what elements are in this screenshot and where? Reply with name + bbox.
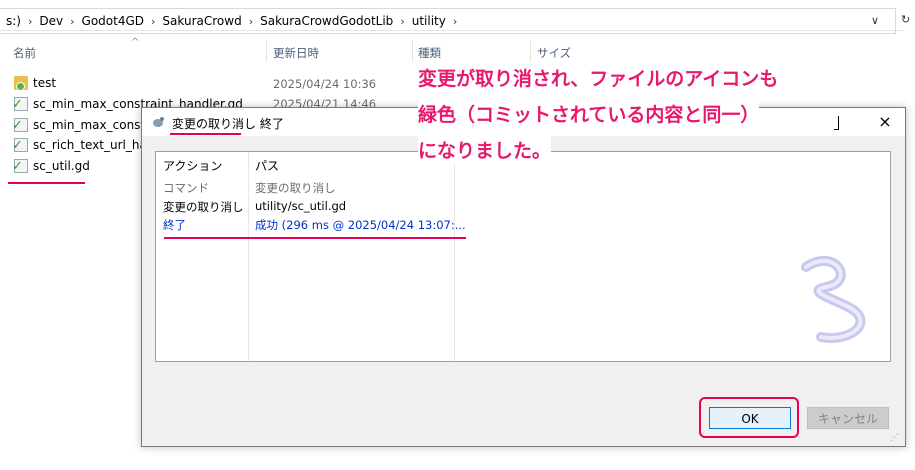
gd-file-green-check-icon [12, 159, 28, 174]
annotation-line: 緑色（コミットされている内容と同一） [418, 100, 760, 127]
highlight-underline [8, 182, 85, 184]
column-divider[interactable] [412, 40, 413, 62]
close-icon[interactable]: × [871, 111, 899, 133]
column-header-type[interactable]: 種類 [418, 45, 441, 61]
list-header-path[interactable]: パス [255, 157, 279, 174]
breadcrumb-sakuracrowd[interactable]: SakuraCrowd [158, 14, 245, 28]
gd-file-green-check-icon [12, 97, 28, 112]
file-row-test[interactable]: test [8, 73, 56, 93]
column-header-size[interactable]: サイズ [537, 45, 571, 61]
breadcrumb-separator-icon[interactable]: › [246, 15, 256, 28]
ok-button[interactable]: OK [709, 407, 791, 429]
file-row-sc-util[interactable]: sc_util.gd [8, 156, 90, 176]
column-divider[interactable] [266, 40, 267, 62]
list-row-path[interactable]: 成功 (296 ms @ 2025/04/24 13:07:... [255, 217, 466, 233]
refresh-icon[interactable]: ↻ [897, 8, 915, 32]
file-name: sc_util.gd [33, 159, 90, 173]
breadcrumb: s:) › Dev › Godot4GD › SakuraCrowd › Sak… [2, 14, 460, 28]
annotation-line: になりました。 [418, 136, 552, 163]
file-row[interactable]: sc_min_max_constrai [8, 115, 161, 135]
highlight-underline [164, 237, 466, 239]
folder-green-check-icon [14, 76, 28, 91]
dialog-title: 変更の取り消し 終了 [172, 117, 284, 131]
tortoise-app-icon [153, 117, 164, 127]
list-column-divider[interactable] [248, 152, 249, 361]
list-row-action[interactable]: 終了 [163, 217, 186, 233]
file-date: 2025/04/24 10:36 [273, 77, 377, 91]
resize-grip-icon[interactable]: ⋰ [890, 433, 899, 443]
breadcrumb-separator-icon[interactable]: › [25, 15, 35, 28]
breadcrumb-utility[interactable]: utility [408, 14, 450, 28]
list-row-path[interactable]: 変更の取り消し [255, 180, 336, 196]
list-row-path[interactable]: utility/sc_util.gd [255, 199, 346, 213]
address-dropdown-icon[interactable]: ∨ [871, 14, 879, 27]
breadcrumb-separator-icon[interactable]: › [450, 15, 460, 28]
breadcrumb-drive[interactable]: s:) [2, 14, 25, 28]
breadcrumb-godot4gd[interactable]: Godot4GD [78, 14, 148, 28]
breadcrumb-dev[interactable]: Dev [35, 14, 67, 28]
gd-file-green-check-icon [12, 138, 28, 153]
list-row-action[interactable]: コマンド [163, 180, 209, 196]
breadcrumb-separator-icon[interactable]: › [397, 15, 407, 28]
gd-file-green-check-icon [12, 118, 28, 133]
file-name: test [33, 76, 57, 90]
file-row[interactable]: sc_rich_text_url_hand [8, 135, 162, 155]
address-bar[interactable]: s:) › Dev › Godot4GD › SakuraCrowd › Sak… [0, 0, 910, 34]
annotation-line: 変更が取り消され、ファイルのアイコンも [418, 64, 779, 91]
cancel-button[interactable]: キャンセル [807, 407, 889, 429]
list-header-action[interactable]: アクション [163, 157, 222, 174]
column-header-date[interactable]: 更新日時 [273, 45, 319, 61]
list-row-action[interactable]: 変更の取り消し [163, 199, 244, 215]
window-corner-mark [834, 116, 839, 130]
column-header-name[interactable]: 名前 [13, 45, 36, 61]
column-divider[interactable] [530, 40, 531, 62]
action-list[interactable]: アクション パス コマンド 変更の取り消し 変更の取り消し utility/sc… [155, 151, 891, 362]
sort-caret-icon: ^ [131, 37, 140, 48]
list-column-divider[interactable] [454, 152, 455, 361]
breadcrumb-separator-icon[interactable]: › [148, 15, 158, 28]
breadcrumb-sakuracrowdgodotlib[interactable]: SakuraCrowdGodotLib [256, 14, 397, 28]
breadcrumb-separator-icon[interactable]: › [67, 15, 77, 28]
highlight-underline [170, 133, 241, 135]
tortoise-watermark-icon [801, 256, 866, 343]
